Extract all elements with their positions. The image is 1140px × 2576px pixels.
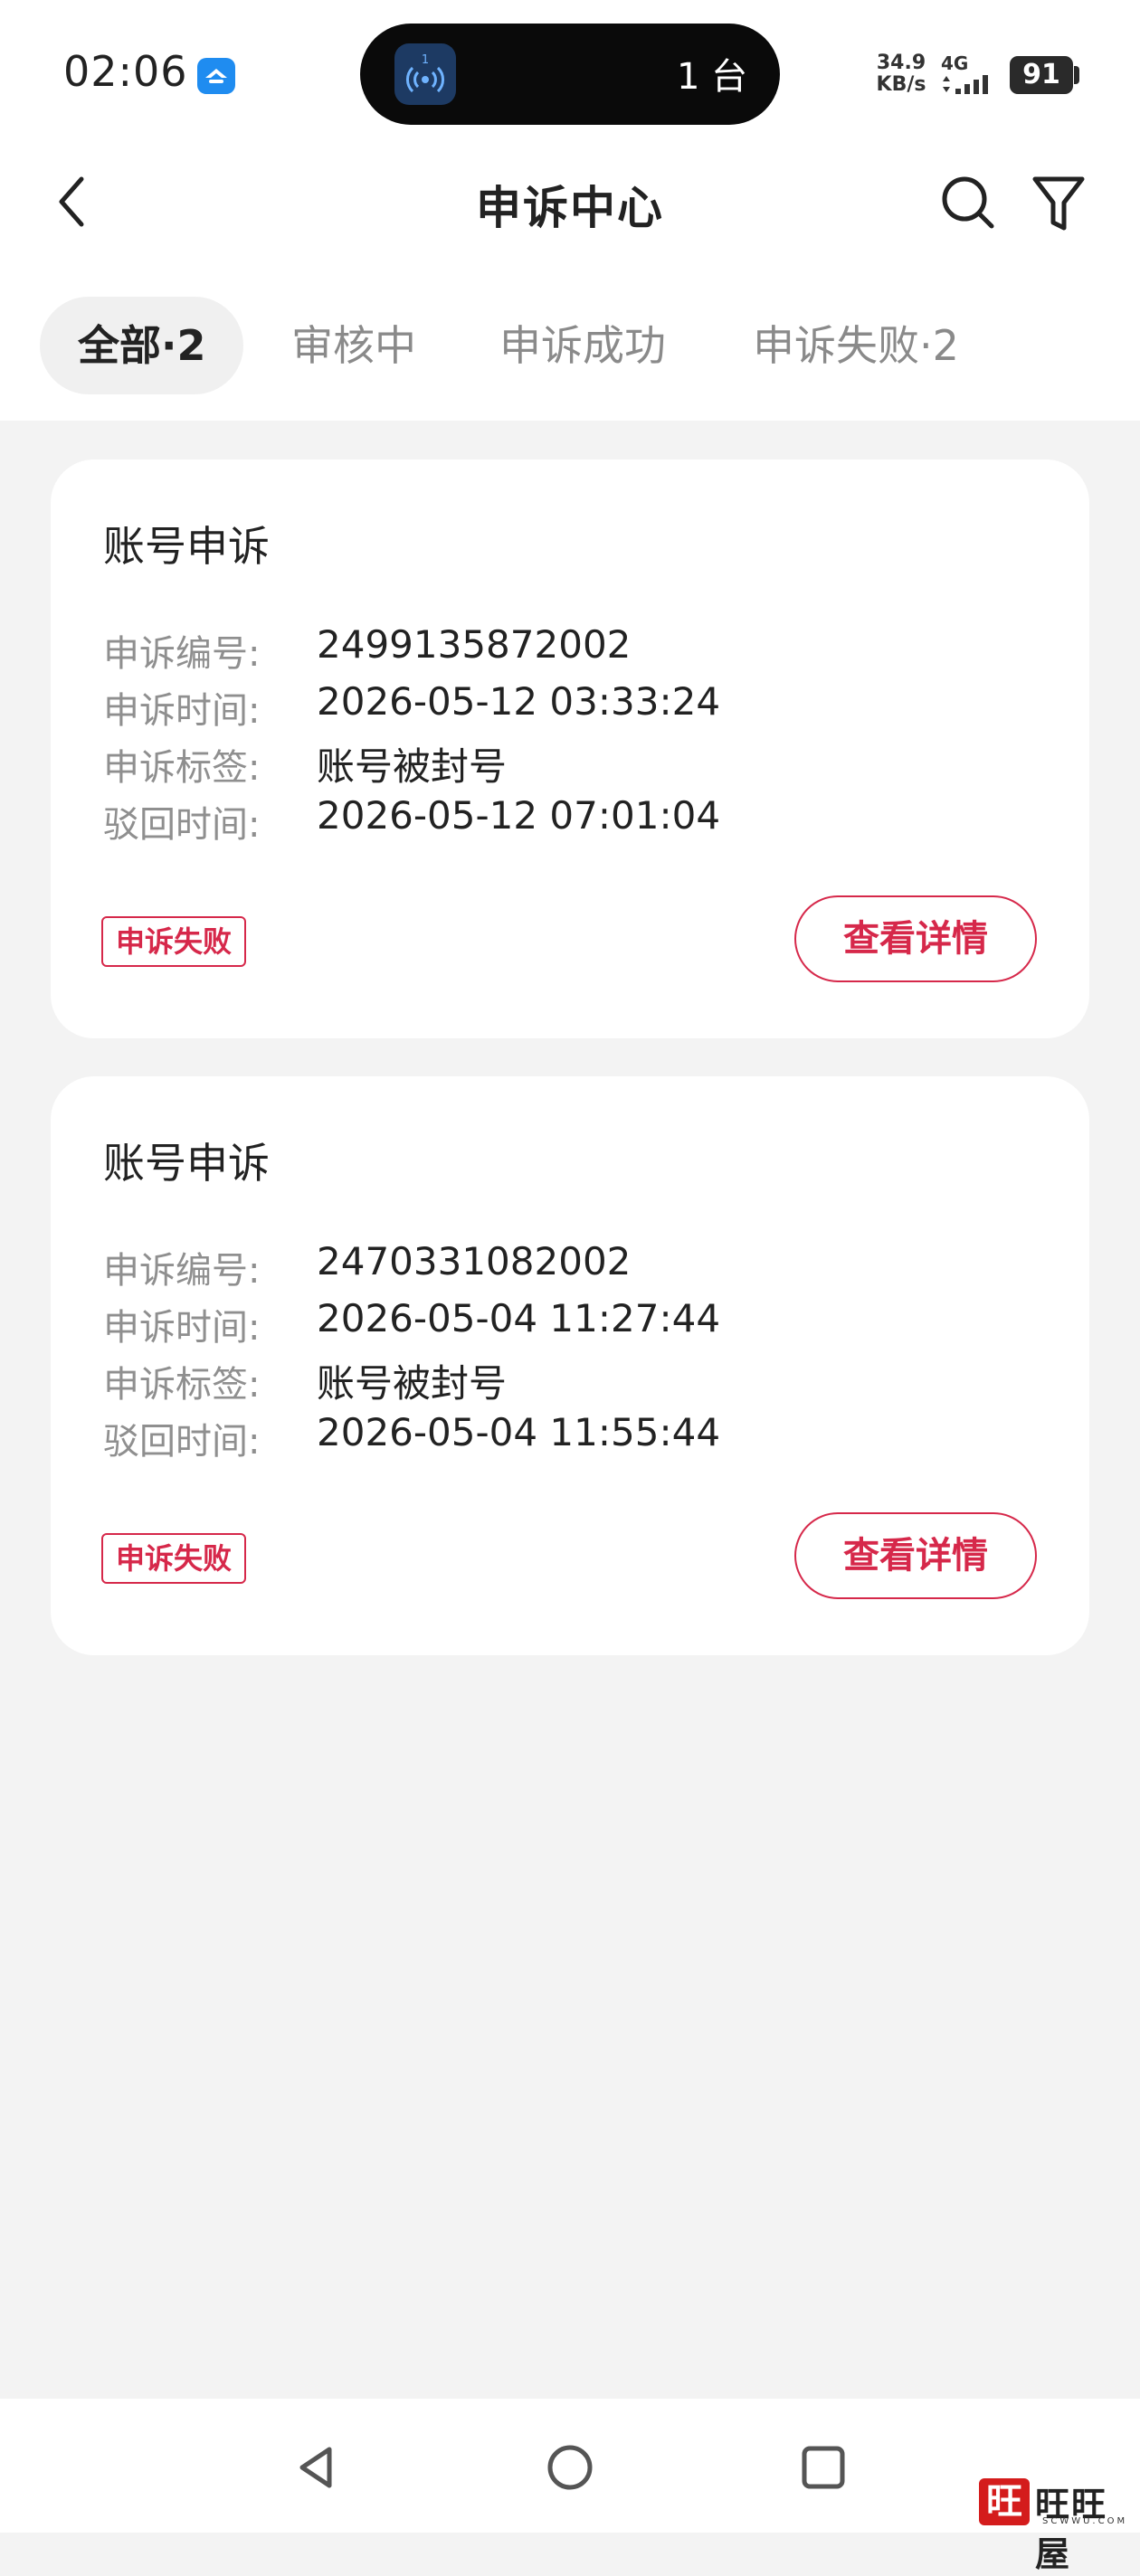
circle-home-icon[interactable] [543, 2440, 597, 2495]
status-badge: 申诉失败 [101, 1533, 247, 1584]
appeal-tag-label: 申诉标签: [103, 1364, 261, 1406]
net-speed-value: 34.9 [876, 52, 926, 74]
net-speed: 34.9 KB/s [874, 52, 928, 96]
appeal-id-value: 2470331082002 [317, 1239, 632, 1283]
tab-success[interactable]: 申诉成功 [499, 297, 666, 394]
tab-reviewing[interactable]: 审核中 [291, 297, 416, 394]
status-badge: 申诉失败 [101, 916, 247, 967]
battery-level: 91 [1010, 56, 1073, 94]
hotspot-icon: 1 [394, 43, 456, 105]
appeal-id-label: 申诉编号: [103, 633, 261, 675]
svg-text:1: 1 [422, 53, 429, 67]
tab-failed[interactable]: 申诉失败·2 [753, 297, 959, 394]
appeal-time-value: 2026-05-12 03:33:24 [317, 679, 721, 724]
reject-time-label: 驳回时间: [103, 1421, 261, 1463]
net-speed-unit: KB/s [876, 73, 926, 96]
battery-icon [1074, 66, 1079, 84]
watermark-text: 旺旺屋 [1035, 2484, 1108, 2574]
status-time: 02:06 [63, 47, 188, 96]
square-recents-icon[interactable] [796, 2440, 850, 2495]
signal-icon [943, 75, 988, 94]
view-details-button[interactable]: 查看详情 [794, 895, 1037, 982]
reject-time-value: 2026-05-12 07:01:04 [317, 793, 721, 838]
reject-time-label: 驳回时间: [103, 804, 261, 846]
filter-icon[interactable] [1028, 172, 1089, 233]
appeal-time-label: 申诉时间: [103, 1307, 261, 1349]
appeal-tag-label: 申诉标签: [103, 747, 261, 789]
appeal-time-label: 申诉时间: [103, 690, 261, 732]
app-notification-icon [197, 58, 235, 94]
appeal-title: 账号申诉 [103, 1139, 270, 1188]
appeal-card[interactable]: 账号申诉 申诉编号: 2499135872002 申诉时间: 2026-05-1… [51, 459, 1089, 1038]
view-details-button[interactable]: 查看详情 [794, 1512, 1037, 1599]
watermark-subtext: SCWWU.COM [1042, 2516, 1128, 2526]
triangle-back-icon[interactable] [290, 2440, 344, 2495]
watermark-seal: 旺 [979, 2478, 1030, 2525]
network-type: 4G [941, 52, 969, 74]
appeal-tag-value: 账号被封号 [317, 1361, 508, 1406]
appeal-id-label: 申诉编号: [103, 1250, 261, 1292]
appeal-card[interactable]: 账号申诉 申诉编号: 2470331082002 申诉时间: 2026-05-0… [51, 1076, 1089, 1655]
watermark-logo: 旺 旺旺屋 SCWWU.COM [979, 2477, 1140, 2574]
reject-time-value: 2026-05-04 11:55:44 [317, 1410, 721, 1454]
appeal-tag-value: 账号被封号 [317, 744, 508, 789]
search-icon[interactable] [937, 172, 999, 233]
island-device-count: 1 台 [677, 56, 748, 98]
appeal-id-value: 2499135872002 [317, 622, 632, 667]
appeal-title: 账号申诉 [103, 522, 270, 571]
appeal-time-value: 2026-05-04 11:27:44 [317, 1296, 721, 1340]
tab-all[interactable]: 全部·2 [40, 297, 244, 394]
